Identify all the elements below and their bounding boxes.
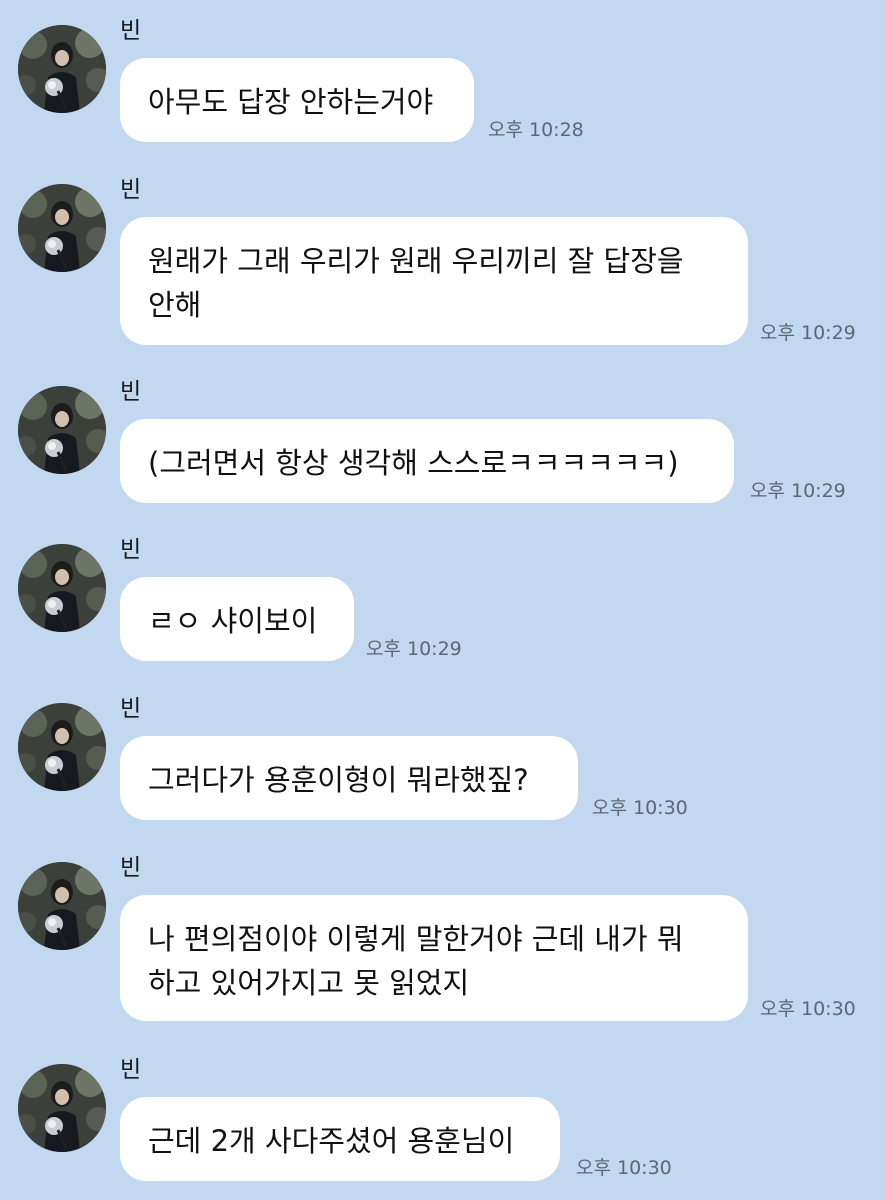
avatar[interactable] [18, 703, 106, 791]
avatar[interactable] [18, 386, 106, 474]
chat-area: 빈 아무도 답장 안하는거야 오후 10:28 빈 원래가 그래 우리가 원래 … [0, 0, 885, 1200]
message-time: 오후 10:29 [750, 480, 846, 502]
avatar[interactable] [18, 184, 106, 272]
message-bubble[interactable]: 아무도 답장 안하는거야 [120, 58, 474, 142]
message-time: 오후 10:29 [760, 322, 856, 344]
message-bubble[interactable]: 근데 2개 사다주셨어 용훈님이 [120, 1097, 560, 1181]
profile-photo-icon [18, 544, 106, 632]
message-bubble[interactable]: 원래가 그래 우리가 원래 우리끼리 잘 답장을 안해 [120, 217, 748, 345]
profile-photo-icon [18, 703, 106, 791]
avatar[interactable] [18, 25, 106, 113]
sender-name: 빈 [120, 537, 142, 563]
message-bubble[interactable]: 나 편의점이야 이렇게 말한거야 근데 내가 뭐 하고 있어가지고 못 읽었지 [120, 895, 748, 1021]
sender-name: 빈 [120, 855, 142, 881]
message-bubble[interactable]: 그러다가 용훈이형이 뭐라했짚? [120, 736, 578, 820]
message-time: 오후 10:29 [366, 638, 462, 660]
avatar[interactable] [18, 862, 106, 950]
sender-name: 빈 [120, 18, 142, 44]
message-time: 오후 10:30 [576, 1157, 672, 1179]
message-bubble[interactable]: ㄹㅇ 샤이보이 [120, 577, 354, 661]
profile-photo-icon [18, 386, 106, 474]
sender-name: 빈 [120, 696, 142, 722]
avatar[interactable] [18, 544, 106, 632]
avatar[interactable] [18, 1064, 106, 1152]
message-time: 오후 10:28 [488, 119, 584, 141]
message-time: 오후 10:30 [592, 797, 688, 819]
profile-photo-icon [18, 184, 106, 272]
profile-photo-icon [18, 25, 106, 113]
message-time: 오후 10:30 [760, 998, 856, 1020]
message-bubble[interactable]: (그러면서 항상 생각해 스스로ㅋㅋㅋㅋㅋㅋ) [120, 419, 734, 503]
sender-name: 빈 [120, 379, 142, 405]
sender-name: 빈 [120, 1057, 142, 1083]
profile-photo-icon [18, 862, 106, 950]
profile-photo-icon [18, 1064, 106, 1152]
sender-name: 빈 [120, 177, 142, 203]
